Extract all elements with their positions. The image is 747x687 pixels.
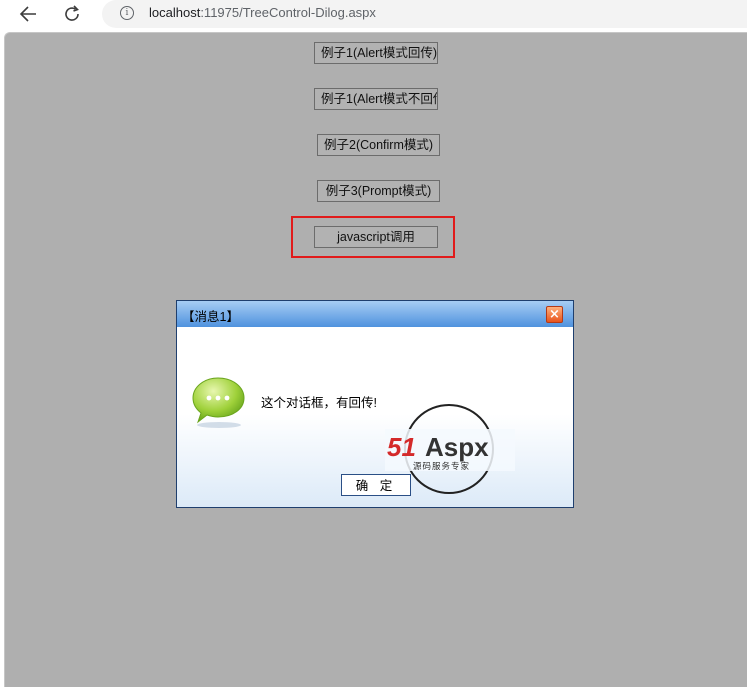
chat-bubble-icon <box>191 375 247 433</box>
svg-text:Aspx: Aspx <box>425 432 489 462</box>
url-host: localhost <box>149 5 201 20</box>
url-text: localhost:11975/TreeControl-Dilog.aspx <box>149 5 376 20</box>
example2-confirm-button[interactable]: 例子2(Confirm模式) <box>317 134 440 156</box>
close-icon[interactable]: × <box>546 306 563 323</box>
dialog-titlebar[interactable]: 【消息1】 × <box>177 301 573 327</box>
message-dialog: 【消息1】 × 这个对话框，有回传! 51 Aspx x <box>176 300 574 508</box>
back-arrow-icon[interactable] <box>14 2 42 26</box>
dialog-message: 这个对话框，有回传! <box>261 396 377 410</box>
svg-text:源码服务专家: 源码服务专家 <box>413 461 470 471</box>
site-info-icon[interactable]: i <box>120 6 134 20</box>
reload-icon[interactable] <box>58 2 86 26</box>
address-bar[interactable]: i localhost:11975/TreeControl-Dilog.aspx <box>102 0 747 28</box>
example1-alert-postback-button[interactable]: 例子1(Alert模式回传) <box>314 42 438 64</box>
highlight-box <box>291 216 455 258</box>
dialog-title: 【消息1】 <box>182 310 239 324</box>
svg-text:51: 51 <box>387 432 416 462</box>
ok-button[interactable]: 确 定 <box>341 474 411 496</box>
example1-alert-no-postback-button[interactable]: 例子1(Alert模式不回传) <box>314 88 438 110</box>
url-path: :11975/TreeControl-Dilog.aspx <box>200 5 376 20</box>
browser-toolbar: i localhost:11975/TreeControl-Dilog.aspx <box>0 0 747 30</box>
example3-prompt-button[interactable]: 例子3(Prompt模式) <box>317 180 440 202</box>
